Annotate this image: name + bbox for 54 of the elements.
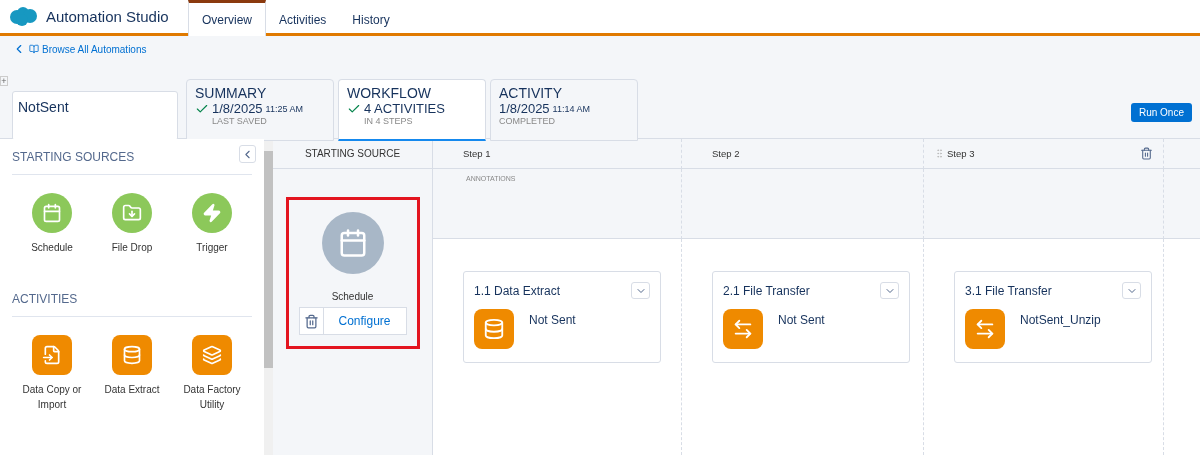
activity-title: 1.1 Data Extract [474,283,561,298]
database-icon [122,345,142,365]
breadcrumb-link[interactable]: Browse All Automations [12,42,147,56]
book-icon [29,44,39,54]
palette-item-label[interactable]: Schedule [12,240,92,255]
summary-tab[interactable]: ACTIVITY 1/8/2025 11:14 AM COMPLETED [490,79,638,141]
trash-icon [303,313,319,329]
transfer-icon [974,318,996,340]
dropdown-button[interactable] [1122,282,1141,299]
calendar-icon [42,203,62,223]
run-once-button[interactable]: Run Once [1130,103,1192,122]
drag-handle-icon[interactable] [934,148,945,159]
nav-tab[interactable]: Overview [188,0,266,36]
calendar-icon [337,228,368,258]
stack-icon [202,345,222,365]
lightning-icon [202,203,222,223]
step-title: Step 3 [947,148,975,159]
nav-tab[interactable]: Activities [266,0,340,36]
folder-icon [122,203,142,223]
source-label: Schedule [331,291,374,302]
scrollbar-thumb[interactable] [264,151,273,368]
palette-item-label[interactable]: File Drop [92,240,172,255]
column-header: STARTING SOURCE [273,139,433,169]
activity-name: Not Sent [778,313,825,329]
dropdown-button[interactable] [631,282,650,299]
configure-button[interactable]: Configure [323,307,407,335]
file-icon [42,345,62,365]
app-title: Automation Studio [46,8,169,25]
activity-name: Not Sent [529,313,576,329]
delete-icon[interactable] [1140,147,1153,160]
activity-title: 2.1 File Transfer [723,283,810,298]
collapse-button[interactable] [239,145,256,163]
activity-name: NotSent_Unzip [1020,313,1101,329]
automation-name-field[interactable]: NotSent [12,91,178,141]
expand-button[interactable]: + [0,76,8,86]
activity-card[interactable]: 2.1 File Transfer Not Sent [712,271,910,363]
step-title: Step 1 [463,148,491,159]
dropdown-button[interactable] [880,282,899,299]
palette-item-label[interactable]: Data Copy or Import [12,382,92,412]
palette-item-label[interactable]: Data Factory Utility [172,382,252,412]
activity-title: 3.1 File Transfer [965,283,1052,298]
section-title: ACTIVITIES [12,281,252,317]
summary-tab[interactable]: WORKFLOW 4 ACTIVITIES IN 4 STEPS [338,79,486,141]
step-title: Step 2 [712,148,740,159]
summary-tab[interactable]: SUMMARY 1/8/2025 11:25 AM LAST SAVED [186,79,334,141]
transfer-icon [732,318,754,340]
activity-card[interactable]: 1.1 Data Extract Not Sent [463,271,661,363]
cloud-logo [8,6,38,27]
palette-item-label[interactable]: Trigger [172,240,252,255]
activity-card[interactable]: 3.1 File Transfer NotSent_Unzip [954,271,1152,363]
database-icon [483,318,505,340]
palette-item-label[interactable]: Data Extract [92,382,172,397]
delete-button[interactable] [298,307,324,335]
nav-tab[interactable]: History [339,0,403,36]
